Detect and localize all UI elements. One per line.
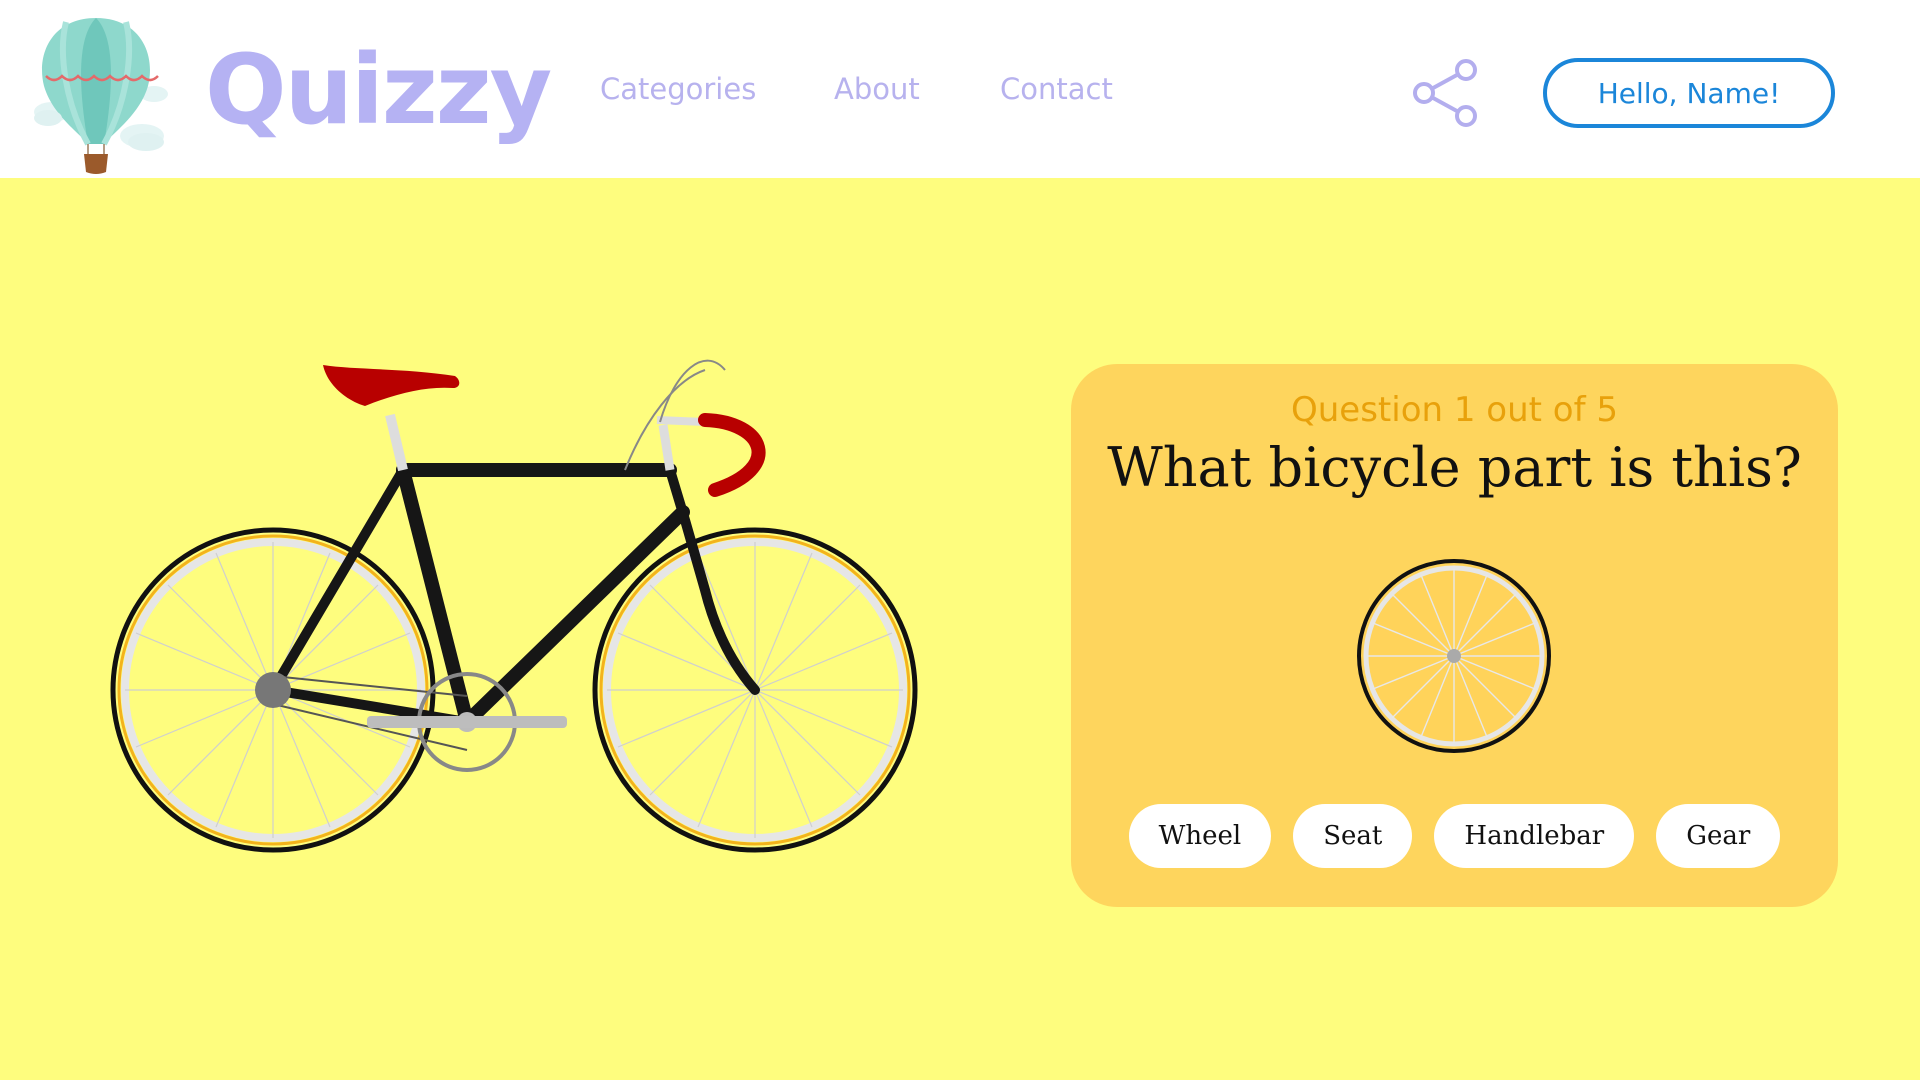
nav-about[interactable]: About	[834, 72, 920, 106]
site-header: Quizzy Categories About Contact Hello, N…	[0, 0, 1920, 178]
wheel-question-image	[1357, 559, 1551, 753]
answer-gear-button[interactable]: Gear	[1656, 804, 1781, 868]
share-icon[interactable]	[1410, 58, 1484, 128]
nav-categories[interactable]: Categories	[600, 72, 756, 106]
hot-air-balloon-logo-icon[interactable]	[22, 14, 170, 174]
question-counter: Question 1 out of 5	[1290, 390, 1619, 430]
seat	[323, 365, 460, 472]
brand-name[interactable]: Quizzy	[205, 30, 552, 150]
answer-wheel-button[interactable]: Wheel	[1128, 804, 1272, 868]
answer-options: Wheel Seat Handlebar Gear	[1071, 804, 1838, 868]
question-title: What bicycle part is this?	[1107, 436, 1802, 499]
answer-seat-button[interactable]: Seat	[1293, 804, 1413, 868]
nav-contact[interactable]: Contact	[1000, 72, 1113, 106]
greeting-button[interactable]: Hello, Name!	[1543, 58, 1835, 128]
bicycle-illustration	[110, 359, 918, 853]
quiz-card: Question 1 out of 5 What bicycle part is…	[1071, 364, 1838, 907]
answer-handlebar-button[interactable]: Handlebar	[1434, 804, 1635, 868]
